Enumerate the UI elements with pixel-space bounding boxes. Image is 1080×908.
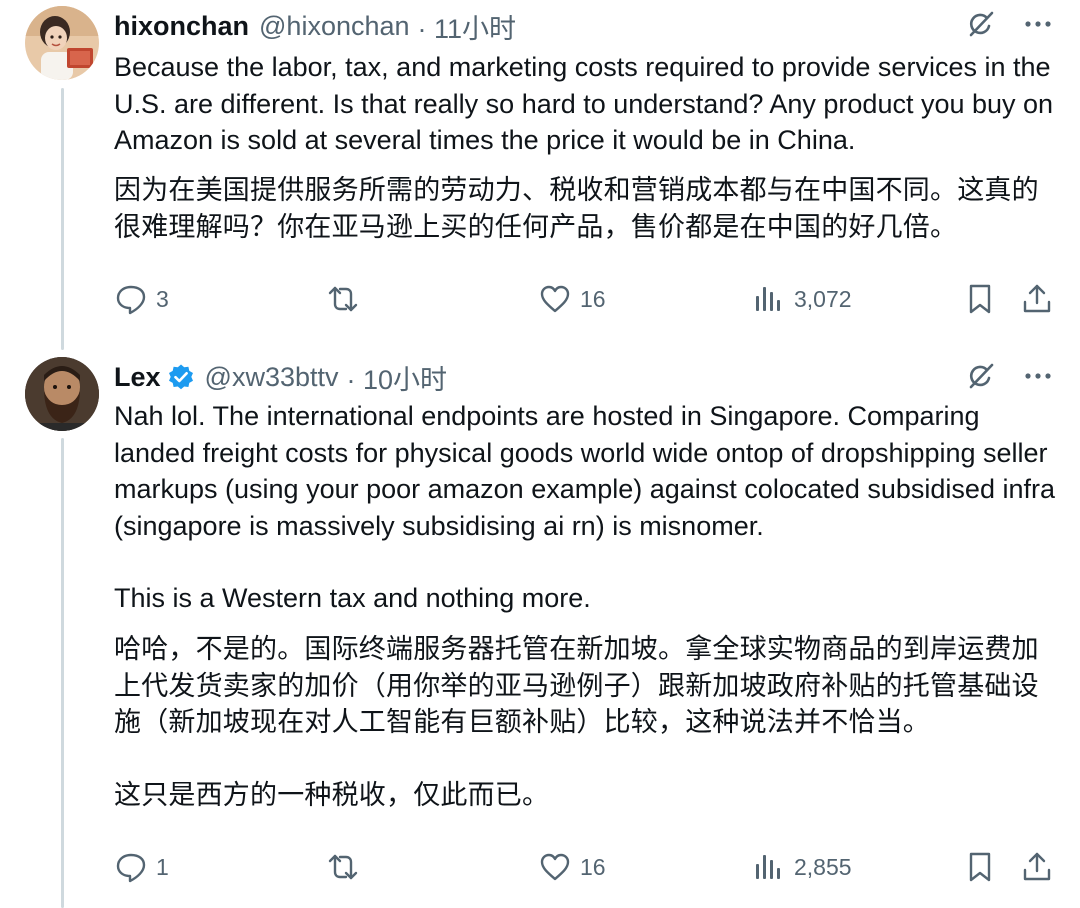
author-handle[interactable]: @hixonchan <box>259 11 410 42</box>
like-count: 16 <box>580 285 606 312</box>
bookmark-icon <box>963 282 997 316</box>
reply-button[interactable]: 1 <box>114 847 169 887</box>
tweet-text-chinese: 因为在美国提供服务所需的劳动力、税收和营销成本都与在中国不同。这真的很难理解吗？… <box>114 175 1039 242</box>
tweet-top-actions <box>964 8 1052 45</box>
thread-line <box>61 438 64 908</box>
views-button[interactable]: 3,072 <box>752 279 852 319</box>
grok-icon[interactable] <box>964 360 996 397</box>
tweet-text-chinese-closing: 这只是西方的一种税收，仅此而已。 <box>114 780 550 810</box>
like-icon <box>538 850 572 884</box>
author-name[interactable]: hixonchan <box>114 11 249 42</box>
tweet-text-chinese: 哈哈，不是的。国际终端服务器托管在新加坡。拿全球实物商品的到岸运费加上代发货卖家… <box>114 634 1039 737</box>
bookmark-icon <box>963 850 997 884</box>
tweet-time[interactable]: · 10小时 <box>347 358 448 397</box>
tweet-top-actions <box>964 360 1052 397</box>
views-icon <box>752 282 786 316</box>
avatar[interactable] <box>25 357 99 431</box>
retweet-icon <box>326 282 360 316</box>
share-button[interactable] <box>1020 847 1054 887</box>
reply-button[interactable]: 3 <box>114 279 169 319</box>
views-count: 3,072 <box>794 285 852 312</box>
tweet-text-english-closing: This is a Western tax and nothing more. <box>114 583 591 613</box>
tweet-actions: 1 16 2,855 <box>114 847 1054 887</box>
verified-badge-icon <box>167 363 195 391</box>
share-icon <box>1020 282 1054 316</box>
grok-icon[interactable] <box>964 8 996 45</box>
retweet-icon <box>326 850 360 884</box>
share-icon <box>1020 850 1054 884</box>
tweet-time[interactable]: · 11小时 <box>418 7 517 46</box>
views-count: 2,855 <box>794 853 852 880</box>
reply-count: 3 <box>156 285 169 312</box>
reply-count: 1 <box>156 853 169 880</box>
more-icon[interactable] <box>1024 362 1052 395</box>
author-handle[interactable]: @xw33bttv <box>205 362 339 393</box>
retweet-button[interactable] <box>326 279 368 319</box>
views-icon <box>752 850 786 884</box>
reply-icon <box>114 282 148 316</box>
author-name[interactable]: Lex <box>114 362 161 393</box>
tweet-header: Lex @xw33bttv · 10小时 <box>114 357 447 397</box>
reply-icon <box>114 850 148 884</box>
more-icon[interactable] <box>1024 10 1052 43</box>
bookmark-button[interactable] <box>963 279 997 319</box>
bookmark-button[interactable] <box>963 847 997 887</box>
like-icon <box>538 282 572 316</box>
tweet-text-english: Nah lol. The international endpoints are… <box>114 401 1055 541</box>
like-button[interactable]: 16 <box>538 847 606 887</box>
share-button[interactable] <box>1020 279 1054 319</box>
views-button[interactable]: 2,855 <box>752 847 852 887</box>
tweet-text-english: Because the labor, tax, and marketing co… <box>114 52 1054 155</box>
tweet-actions: 3 16 3,072 <box>114 279 1054 319</box>
like-count: 16 <box>580 853 606 880</box>
tweet-header: hixonchan @hixonchan · 11小时 <box>114 6 516 46</box>
retweet-button[interactable] <box>326 847 368 887</box>
like-button[interactable]: 16 <box>538 279 606 319</box>
avatar[interactable] <box>25 6 99 80</box>
thread-line <box>61 88 64 350</box>
